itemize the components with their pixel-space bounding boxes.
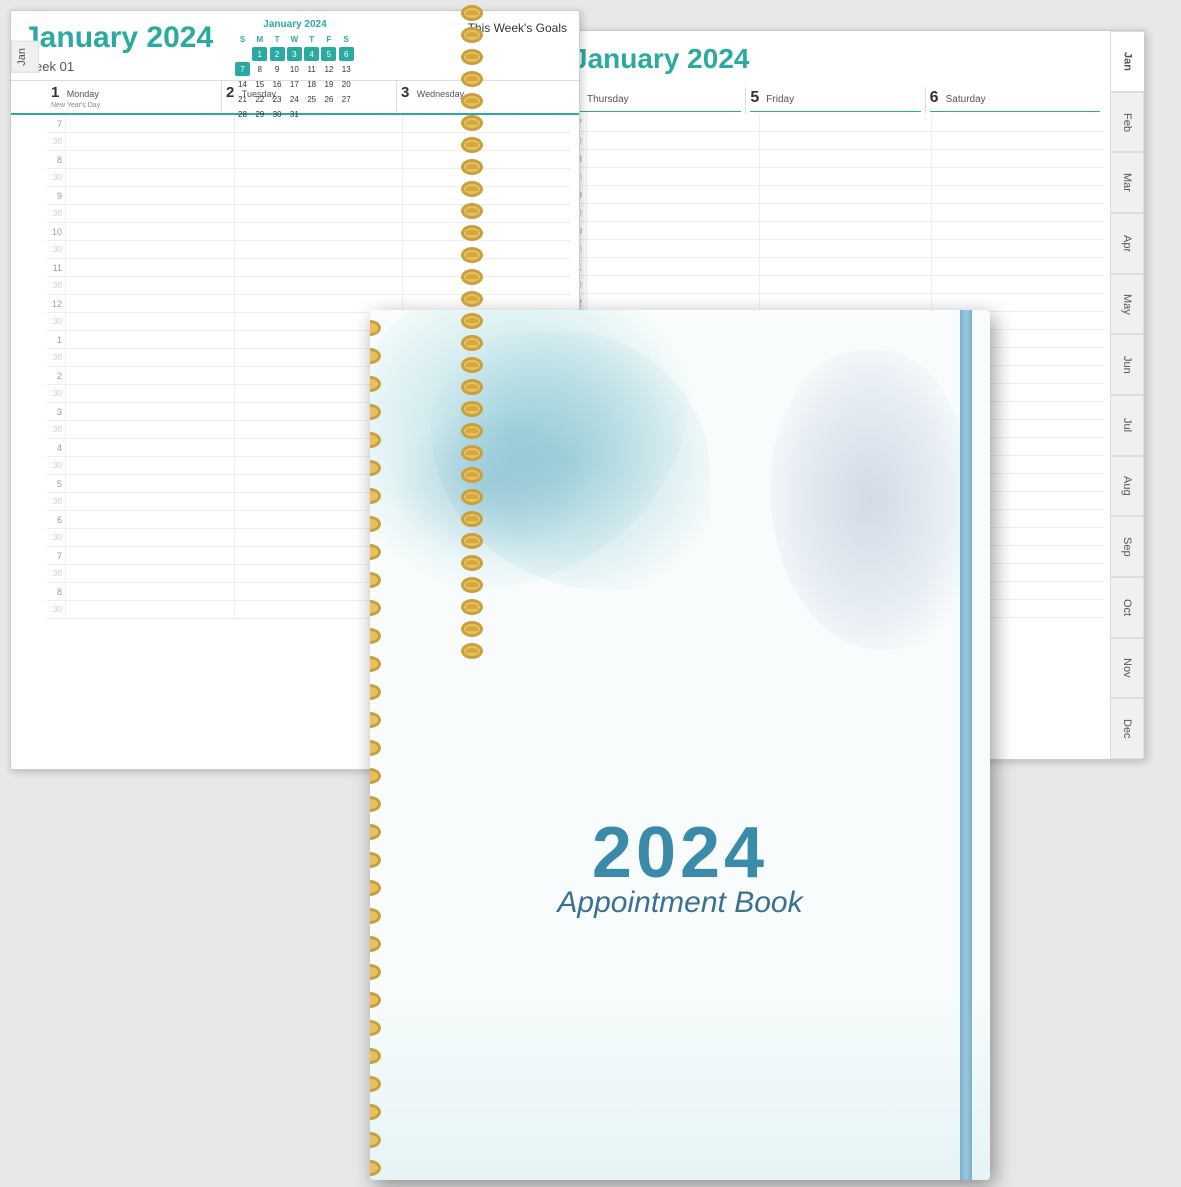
watercolor-blob-5 <box>390 410 590 560</box>
tab-may[interactable]: May <box>1110 274 1144 335</box>
tue-num: 2 <box>226 84 234 101</box>
tab-mar[interactable]: Mar <box>1110 152 1144 213</box>
tab-jan[interactable]: Jan <box>1110 31 1144 92</box>
elastic-band <box>960 310 972 1180</box>
mon-name: Monday <box>67 89 99 99</box>
tab-jul[interactable]: Jul <box>1110 395 1144 456</box>
cover-year: 2024 <box>370 812 990 894</box>
right-day-col-thu: 4 Thursday <box>566 87 745 114</box>
right-day-headers: 4 Thursday 5 Friday 6 Saturday <box>556 87 1144 114</box>
tab-sep[interactable]: Sep <box>1110 516 1144 577</box>
tab-aug[interactable]: Aug <box>1110 456 1144 517</box>
right-day-col-fri: 5 Friday <box>745 87 924 114</box>
mini-calendar: January 2024SMTWTFS123456789101112131415… <box>235 19 355 121</box>
fri-num: 5 <box>750 89 759 106</box>
tab-oct[interactable]: Oct <box>1110 577 1144 638</box>
cover-text: 2024 Appointment Book <box>370 812 990 920</box>
right-day-col-sat: 6 Saturday <box>925 87 1104 114</box>
tab-jun[interactable]: Jun <box>1110 334 1144 395</box>
cover-subtitle: Appointment Book <box>370 886 990 920</box>
tab-feb[interactable]: Feb <box>1110 92 1144 153</box>
cover-spiral <box>370 320 384 1180</box>
jan-side-tab[interactable]: Jan <box>11 41 39 73</box>
watercolor-blob-3 <box>770 350 970 650</box>
sat-name: Saturday <box>946 94 986 105</box>
spiral-binding <box>458 5 486 659</box>
mon-num: 1 <box>51 84 59 101</box>
month-tabs[interactable]: JanFebMarAprMayJunJulAugSepOctNovDec <box>1110 31 1144 759</box>
right-month-title: January 2024 <box>556 31 1144 79</box>
sat-num: 6 <box>930 89 939 106</box>
watercolor-blob-4 <box>370 980 990 1180</box>
thu-name: Thursday <box>587 94 629 105</box>
wed-num: 3 <box>401 84 409 101</box>
mon-holiday: New Year's Day <box>51 102 217 109</box>
left-day-mon: 1 Monday New Year's Day <box>47 81 221 113</box>
tab-apr[interactable]: Apr <box>1110 213 1144 274</box>
tab-nov[interactable]: Nov <box>1110 638 1144 699</box>
tab-dec[interactable]: Dec <box>1110 698 1144 759</box>
fri-name: Friday <box>766 94 794 105</box>
